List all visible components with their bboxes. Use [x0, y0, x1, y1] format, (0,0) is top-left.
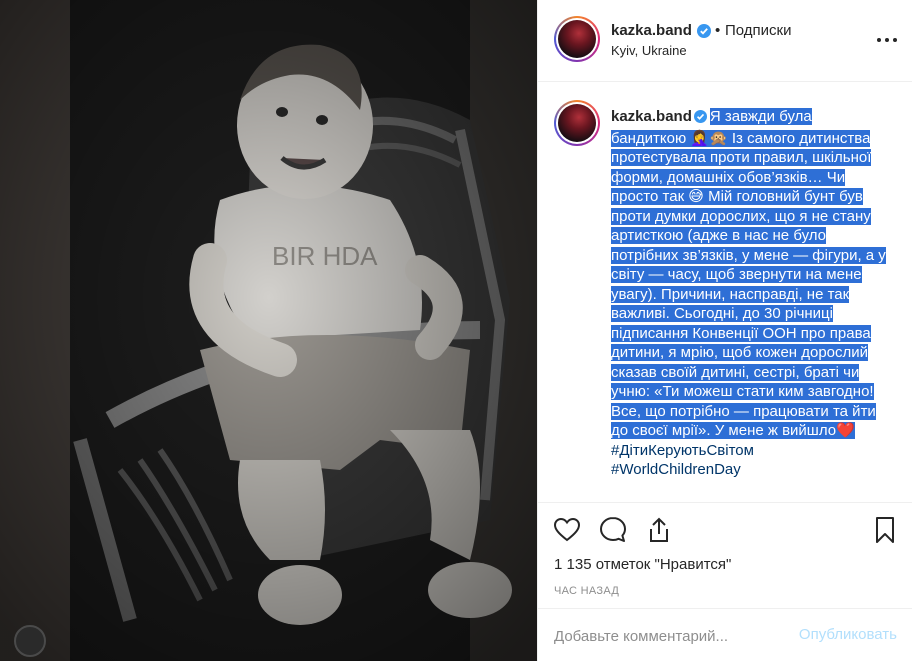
comment-input[interactable]	[554, 626, 774, 646]
comment-icon[interactable]	[598, 515, 628, 545]
post-caption: kazka.band Я завжди була бандиткою 🤦‍♀️🙊 …	[611, 107, 889, 480]
likes-count[interactable]: 1 135 отметок "Нравится"	[554, 556, 731, 573]
publish-button[interactable]: Опубликовать	[799, 626, 897, 643]
heart-icon[interactable]	[552, 515, 582, 545]
verified-badge-icon	[697, 24, 711, 43]
post-location[interactable]: Kyiv, Ukraine	[611, 43, 687, 58]
caption-author-avatar[interactable]	[554, 100, 600, 146]
author-username[interactable]: kazka.band	[611, 22, 692, 39]
post-header: kazka.band • Подписки Kyiv, Ukraine	[538, 0, 912, 82]
post-actions	[538, 502, 912, 552]
following-button[interactable]: Подписки	[725, 22, 792, 39]
more-options-icon[interactable]	[876, 26, 898, 48]
hashtag-link[interactable]: #ДітиКеруютьСвітом	[611, 442, 754, 459]
post-photo[interactable]: BIR HDA	[0, 0, 537, 661]
bookmark-icon[interactable]	[870, 515, 900, 545]
caption-username[interactable]: kazka.band	[611, 108, 692, 125]
post-timestamp[interactable]: ЧАС НАЗАД	[554, 585, 619, 597]
hashtag-link[interactable]: #WorldChildrenDay	[611, 461, 741, 478]
viewer-avatar[interactable]	[14, 625, 46, 657]
caption-text-selected: Я завжди була бандиткою 🤦‍♀️🙊 Із самого …	[611, 108, 886, 439]
share-icon[interactable]	[644, 515, 674, 545]
comment-bar: Опубликовать	[538, 608, 912, 661]
author-avatar[interactable]	[554, 16, 600, 62]
separator-dot: •	[715, 22, 721, 39]
comments-section: kazka.band Я завжди була бандиткою 🤦‍♀️🙊 …	[538, 83, 912, 496]
verified-badge-icon	[693, 109, 707, 129]
post-photo-image: BIR HDA	[0, 0, 537, 661]
post-side-panel: kazka.band • Подписки Kyiv, Ukraine kazk…	[537, 0, 912, 661]
